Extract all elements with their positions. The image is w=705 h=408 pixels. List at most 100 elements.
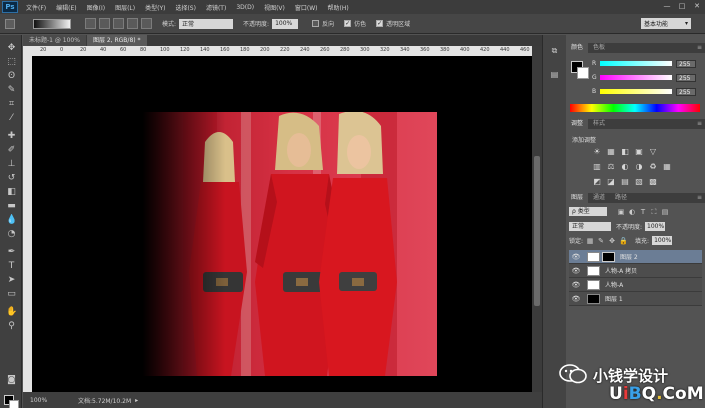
layer-row-person-a-copy[interactable]: 👁 人物-A 拷贝 bbox=[569, 264, 702, 278]
selective-color-icon[interactable]: ▩ bbox=[648, 177, 658, 187]
menu-type[interactable]: 类型(Y) bbox=[140, 3, 170, 12]
green-value[interactable]: 255 bbox=[676, 73, 696, 82]
gradient-map-icon[interactable]: ▧ bbox=[634, 177, 644, 187]
curves-icon[interactable]: ◧ bbox=[620, 147, 630, 157]
healing-brush-tool-icon[interactable]: ✚ bbox=[6, 131, 17, 142]
type-filter-icon[interactable]: T bbox=[639, 208, 647, 216]
lock-transparency-icon[interactable]: ▦ bbox=[586, 237, 594, 245]
clone-stamp-tool-icon[interactable]: ⊥ bbox=[6, 159, 17, 170]
menu-layer[interactable]: 图层(L) bbox=[110, 3, 140, 12]
shape-tool-icon[interactable]: ▭ bbox=[6, 289, 17, 300]
layer-mask-thumbnail[interactable] bbox=[602, 251, 615, 262]
tab-color[interactable]: 颜色 bbox=[566, 43, 589, 53]
smart-object-filter-icon[interactable]: ▤ bbox=[661, 208, 669, 216]
zoom-tool-icon[interactable]: ⚲ bbox=[6, 321, 17, 332]
photo-filter-icon[interactable]: ◑ bbox=[634, 162, 644, 172]
gradient-picker[interactable] bbox=[33, 18, 71, 29]
lock-position-icon[interactable]: ✥ bbox=[608, 237, 616, 245]
blur-tool-icon[interactable]: 💧 bbox=[6, 215, 17, 226]
properties-icon[interactable]: ▤ bbox=[549, 69, 560, 80]
vibrance-icon[interactable]: ▽ bbox=[648, 147, 658, 157]
lock-all-icon[interactable]: 🔒 bbox=[619, 237, 628, 245]
color-spectrum[interactable] bbox=[570, 104, 700, 112]
angle-gradient-button[interactable] bbox=[113, 18, 124, 29]
transparency-checkbox[interactable]: ✓ bbox=[376, 20, 384, 27]
tab-styles[interactable]: 样式 bbox=[588, 119, 610, 129]
dodge-tool-icon[interactable]: ◔ bbox=[6, 229, 17, 240]
menu-3d[interactable]: 3D(D) bbox=[231, 4, 259, 11]
maximize-button[interactable]: □ bbox=[676, 1, 688, 11]
invert-icon[interactable]: ◩ bbox=[592, 177, 602, 187]
eye-icon[interactable]: 👁 bbox=[571, 281, 581, 289]
background-color-swatch[interactable] bbox=[9, 400, 19, 408]
menu-window[interactable]: 窗口(W) bbox=[290, 3, 323, 12]
tab-channels[interactable]: 通道 bbox=[588, 193, 610, 203]
menu-file[interactable]: 文件(F) bbox=[21, 3, 51, 12]
canvas-vertical-scrollbar[interactable] bbox=[532, 46, 542, 392]
quick-mask-icon[interactable]: ◙ bbox=[6, 375, 17, 386]
tab-untitled-1[interactable]: 未标题-1 @ 100% bbox=[23, 35, 86, 46]
panel-menu-icon[interactable]: ≡ bbox=[697, 120, 702, 127]
marquee-tool-icon[interactable]: ⬚ bbox=[6, 57, 17, 68]
menu-help[interactable]: 帮助(H) bbox=[323, 3, 354, 12]
layer-kind-filter[interactable]: ρ 类型 bbox=[569, 207, 607, 216]
scroll-thumb[interactable] bbox=[534, 156, 540, 306]
blend-mode-select[interactable]: 正常 bbox=[569, 222, 611, 231]
menu-image[interactable]: 图像(I) bbox=[82, 3, 110, 12]
adjustment-filter-icon[interactable]: ◐ bbox=[628, 208, 636, 216]
green-slider[interactable] bbox=[600, 75, 672, 80]
lasso-tool-icon[interactable]: ʘ bbox=[6, 71, 17, 82]
posterize-icon[interactable]: ◪ bbox=[606, 177, 616, 187]
layer-row-person-a[interactable]: 👁 人物-A bbox=[569, 278, 702, 292]
quick-select-tool-icon[interactable]: ✎ bbox=[6, 85, 17, 96]
crop-tool-icon[interactable]: ⌗ bbox=[6, 99, 17, 110]
layer-row-layer-2[interactable]: 👁 图层 2 bbox=[569, 250, 702, 264]
history-brush-tool-icon[interactable]: ↺ bbox=[6, 173, 17, 184]
pixel-filter-icon[interactable]: ▣ bbox=[617, 208, 625, 216]
hand-tool-icon[interactable]: ✋ bbox=[6, 307, 17, 318]
tab-adjustments[interactable]: 调整 bbox=[566, 119, 589, 129]
document-canvas[interactable] bbox=[32, 56, 532, 392]
color-lookup-icon[interactable]: ▦ bbox=[662, 162, 672, 172]
panel-menu-icon[interactable]: ≡ bbox=[697, 44, 702, 51]
tab-paths[interactable]: 路径 bbox=[610, 193, 632, 203]
hue-saturation-icon[interactable]: ▥ bbox=[592, 162, 602, 172]
zoom-level[interactable]: 100% bbox=[30, 397, 54, 404]
dither-checkbox[interactable]: ✓ bbox=[344, 20, 352, 27]
gradient-tool-icon[interactable]: ▬ bbox=[6, 201, 17, 212]
chevron-right-icon[interactable]: ▸ bbox=[135, 397, 138, 404]
close-button[interactable]: ✕ bbox=[691, 1, 703, 11]
minimize-button[interactable]: — bbox=[661, 1, 673, 11]
tab-layer-2[interactable]: 图层 2, RGB/8) * bbox=[86, 35, 147, 46]
panel-background-swatch[interactable] bbox=[577, 67, 589, 79]
threshold-icon[interactable]: ▤ bbox=[620, 177, 630, 187]
eraser-tool-icon[interactable]: ◧ bbox=[6, 187, 17, 198]
red-slider[interactable] bbox=[600, 61, 672, 66]
eyedropper-tool-icon[interactable]: ⁄ bbox=[6, 113, 17, 124]
exposure-icon[interactable]: ▣ bbox=[634, 147, 644, 157]
lock-pixels-icon[interactable]: ✎ bbox=[597, 237, 605, 245]
diamond-gradient-button[interactable] bbox=[141, 18, 152, 29]
mode-select[interactable]: 正常 bbox=[179, 18, 234, 29]
move-tool-icon[interactable]: ✥ bbox=[6, 43, 17, 54]
tab-layers[interactable]: 图层 bbox=[566, 193, 589, 203]
tab-swatches[interactable]: 色板 bbox=[588, 43, 610, 53]
black-white-icon[interactable]: ◐ bbox=[620, 162, 630, 172]
eye-icon[interactable]: 👁 bbox=[571, 253, 581, 261]
workspace-select[interactable]: 基本功能 ▾ bbox=[641, 18, 691, 29]
gradient-tool-preset-icon[interactable] bbox=[5, 18, 15, 29]
brightness-icon[interactable]: ☀ bbox=[592, 147, 602, 157]
blue-value[interactable]: 255 bbox=[676, 87, 696, 96]
reflected-gradient-button[interactable] bbox=[127, 18, 138, 29]
menu-filter[interactable]: 滤镜(T) bbox=[201, 3, 231, 12]
layer-row-layer-1[interactable]: 👁 图层 1 bbox=[569, 292, 702, 306]
menu-view[interactable]: 视图(V) bbox=[259, 3, 290, 12]
blue-slider[interactable] bbox=[600, 89, 672, 94]
color-balance-icon[interactable]: ⚖ bbox=[606, 162, 616, 172]
path-select-tool-icon[interactable]: ➤ bbox=[6, 275, 17, 286]
channel-mixer-icon[interactable]: ♻ bbox=[648, 162, 658, 172]
menu-edit[interactable]: 编辑(E) bbox=[51, 3, 81, 12]
radial-gradient-button[interactable] bbox=[99, 18, 110, 29]
fill-input[interactable]: 100% bbox=[652, 236, 673, 245]
levels-icon[interactable]: ▦ bbox=[606, 147, 616, 157]
